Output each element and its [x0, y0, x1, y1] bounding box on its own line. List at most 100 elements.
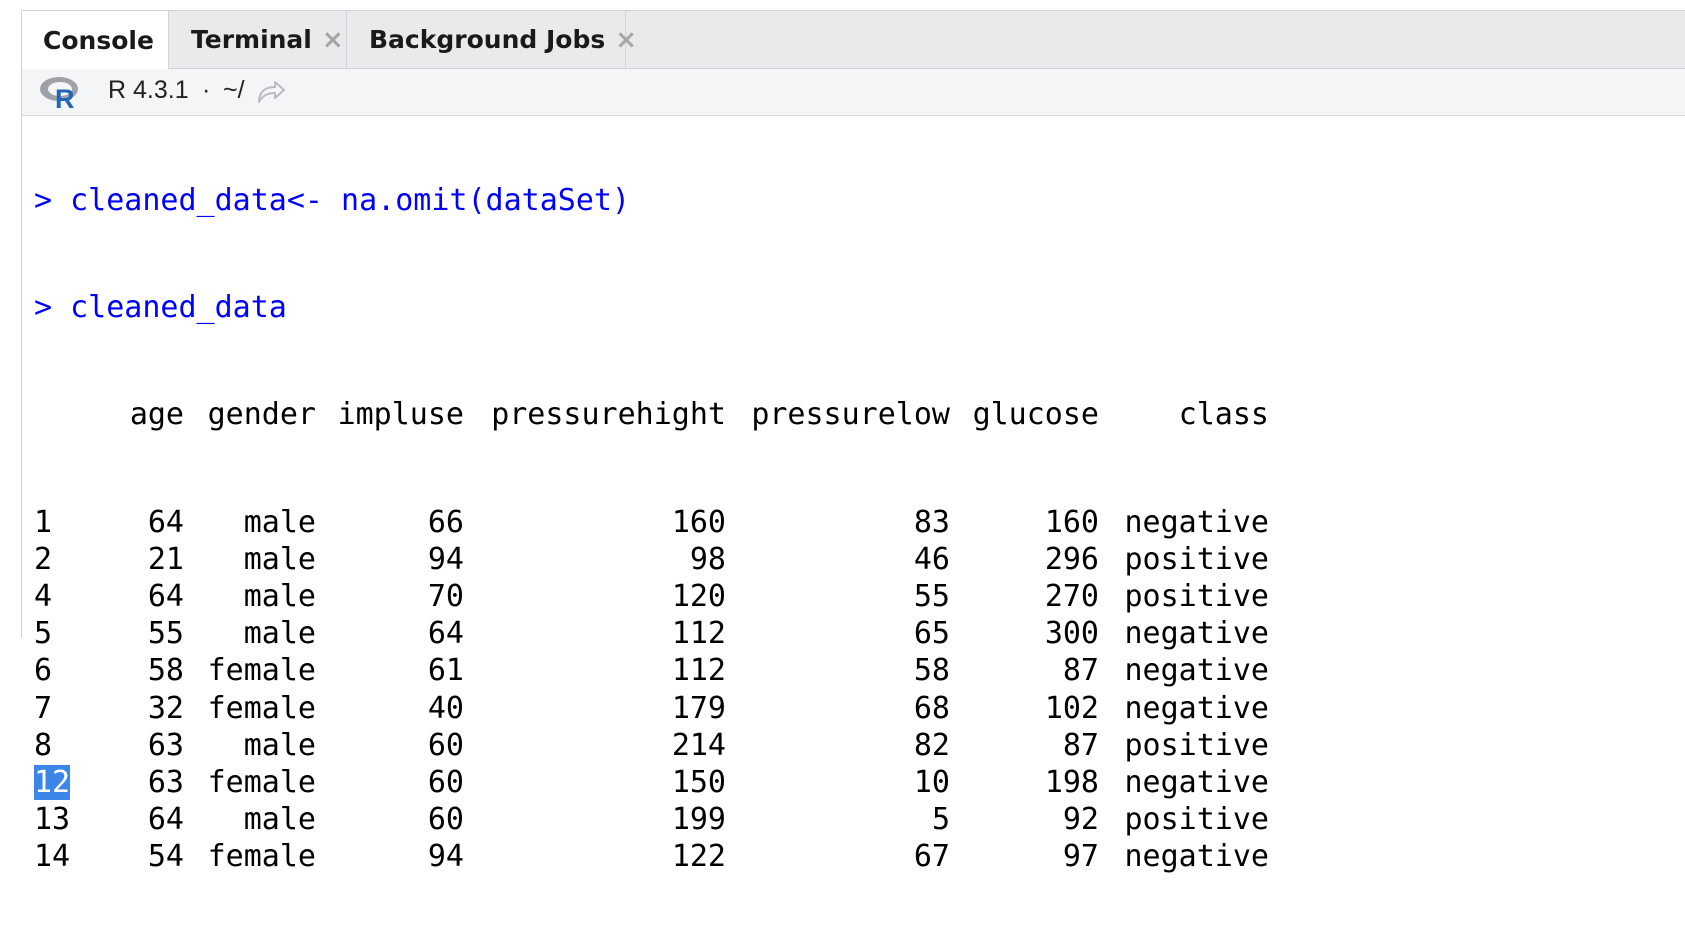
row-name-text: 1 [34, 504, 53, 540]
pane-tab-bar: Console Terminal × Background Jobs × [22, 11, 1685, 69]
row-name-text: 12 [34, 764, 71, 800]
svg-text:R: R [55, 84, 75, 110]
row-name-text: 2 [34, 541, 53, 577]
tab-console[interactable]: Console [22, 11, 169, 69]
table-cell: 32 [147, 690, 184, 726]
table-cell: 68 [913, 690, 950, 726]
table-cell: 70 [427, 578, 464, 614]
table-cell: 63 [147, 727, 184, 763]
table-cell: negative [1124, 690, 1270, 726]
row-name-text: 6 [34, 653, 53, 689]
table-row: 1 64 male 66 160 83 160 negative [34, 504, 1674, 541]
table-cell: 199 [671, 802, 726, 838]
table-row: 8 63 male 60 214 82 87 positive [34, 727, 1674, 764]
console-toolbar: R R 4.3.1 · ~/ [22, 69, 1685, 116]
console-command-line: > cleaned_data [34, 289, 1674, 326]
table-cell: male [243, 802, 316, 838]
row-name-text: 13 [34, 802, 71, 838]
table-cell: 21 [147, 541, 184, 577]
table-header-row: age gender impluse pressurehight pressurelow… [34, 396, 1674, 433]
table-cell: 82 [913, 727, 950, 763]
table-cell: 10 [913, 764, 950, 800]
table-row: 5 55 male 64 112 65 300 negative [34, 615, 1674, 652]
table-cell: male [243, 727, 316, 763]
close-icon[interactable]: × [322, 25, 344, 55]
table-cell: 300 [1044, 616, 1099, 652]
column-header: age [129, 397, 184, 433]
row-name: 12 [34, 764, 88, 801]
table-cell: 58 [147, 653, 184, 689]
table-cell: negative [1124, 839, 1270, 875]
row-name: 6 [34, 652, 88, 689]
row-name: 2 [34, 541, 88, 578]
table-cell: male [243, 541, 316, 577]
console-command: cleaned_data<- na.omit(dataSet) [70, 183, 631, 218]
row-name: 13 [34, 801, 88, 838]
table-cell: 179 [671, 690, 726, 726]
table-cell: 94 [427, 839, 464, 875]
table-row: 12 63 female 60 150 10 198 negative [34, 764, 1674, 801]
table-cell: 270 [1044, 578, 1099, 614]
table-cell: negative [1124, 764, 1270, 800]
console-output[interactable]: > cleaned_data<- na.omit(dataSet) > clea… [34, 112, 1674, 945]
table-cell: female [207, 839, 316, 875]
table-cell: 102 [1044, 690, 1099, 726]
table-cell: 61 [427, 653, 464, 689]
table-cell: positive [1124, 541, 1270, 577]
table-cell: 55 [913, 578, 950, 614]
table-cell: 54 [147, 839, 184, 875]
table-cell: 150 [671, 764, 726, 800]
table-cell: negative [1124, 616, 1270, 652]
table-cell: 64 [147, 504, 184, 540]
console-command-line: > cleaned_data<- na.omit(dataSet) [34, 182, 1674, 219]
console-prompt: > [34, 290, 53, 326]
table-cell: 87 [1062, 727, 1099, 763]
table-cell: negative [1124, 504, 1270, 540]
column-header: gender [207, 397, 316, 433]
table-row: 7 32 female 40 179 68 102 negative [34, 690, 1674, 727]
table-cell: 214 [671, 727, 726, 763]
table-row: 6 58 female 61 112 58 87 negative [34, 652, 1674, 689]
table-cell: 60 [427, 727, 464, 763]
r-logo-icon: R [40, 77, 78, 110]
table-cell: 64 [147, 802, 184, 838]
table-cell: 64 [427, 616, 464, 652]
tab-terminal-label: Terminal [191, 25, 312, 54]
console-command: cleaned_data [70, 290, 287, 326]
column-header: glucose [972, 397, 1099, 433]
column-header: pressurelow [751, 397, 950, 433]
table-cell: 60 [427, 802, 464, 838]
table-cell: male [243, 504, 316, 540]
table-row: 14 54 female 94 122 67 97 negative [34, 838, 1674, 875]
table-cell: 63 [147, 764, 184, 800]
table-cell: 60 [427, 764, 464, 800]
row-name-text: 5 [34, 616, 53, 652]
table-cell: 120 [671, 578, 726, 614]
row-name: 4 [34, 578, 88, 615]
table-body: 1 64 male 66 160 83 160 negative 2 21 male 94 98 46 29… [34, 504, 1674, 876]
table-cell: 160 [1044, 504, 1099, 540]
row-name-text: 8 [34, 727, 53, 763]
table-cell: 296 [1044, 541, 1099, 577]
tab-terminal[interactable]: Terminal × [169, 11, 347, 68]
tab-background-jobs[interactable]: Background Jobs × [347, 11, 637, 68]
table-cell: 94 [427, 541, 464, 577]
row-name: 14 [34, 838, 88, 875]
go-to-directory-icon[interactable] [256, 79, 286, 105]
column-header: impluse [337, 397, 464, 433]
row-name: 1 [34, 504, 88, 541]
table-cell: 46 [913, 541, 950, 577]
working-directory-path[interactable]: ~/ [223, 76, 245, 105]
close-icon[interactable]: × [615, 25, 637, 55]
table-cell: 65 [913, 616, 950, 652]
table-cell: 58 [913, 653, 950, 689]
table-cell: 112 [671, 616, 726, 652]
table-row: 2 21 male 94 98 46 296 positive [34, 541, 1674, 578]
table-cell: 67 [913, 839, 950, 875]
table-cell: positive [1124, 578, 1270, 614]
table-cell: male [243, 578, 316, 614]
column-header: pressurehight [491, 397, 726, 433]
table-cell: 98 [689, 541, 726, 577]
table-cell: female [207, 653, 316, 689]
column-header: class [1178, 397, 1269, 433]
